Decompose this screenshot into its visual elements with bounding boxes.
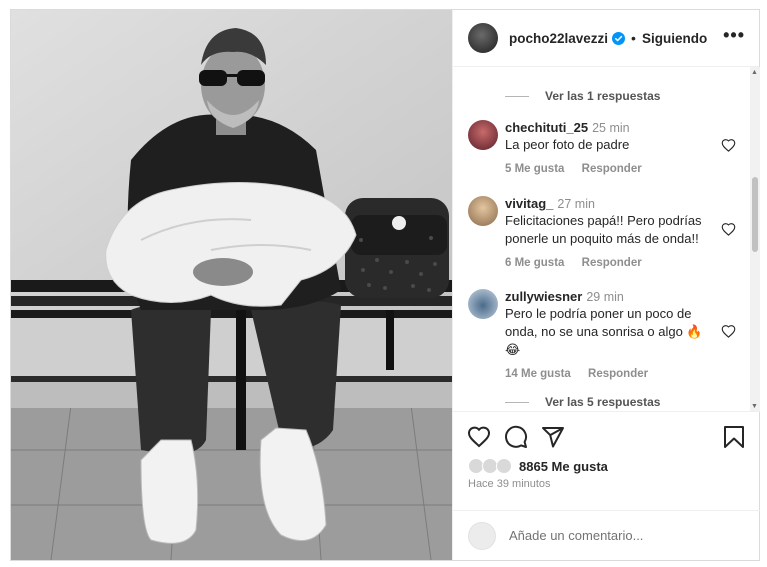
replies-divider xyxy=(505,401,529,403)
share-icon[interactable] xyxy=(541,425,565,449)
bookmark-icon[interactable] xyxy=(723,425,745,449)
post-timestamp: Hace 39 minutos xyxy=(468,478,551,490)
comment-item: vivitag_ 27 min Felicitaciones papá!! Per… xyxy=(468,196,748,269)
view-replies-button[interactable]: Ver las 1 respuestas xyxy=(505,89,660,103)
comment-avatar[interactable] xyxy=(468,196,498,226)
comment-username[interactable]: chechituti_25 xyxy=(505,120,588,135)
reply-button[interactable]: Responder xyxy=(582,163,642,175)
comments-list[interactable]: Ver las 1 respuestas chechituti_25 25 min… xyxy=(453,67,760,412)
photo-illustration xyxy=(11,10,452,560)
reply-button[interactable]: Responder xyxy=(588,368,648,380)
verified-badge-icon xyxy=(612,31,626,45)
comment-username[interactable]: zullywiesner xyxy=(505,289,582,304)
comment-time: 27 min xyxy=(557,197,595,211)
post-header: pocho22lavezzi • Siguiendo ••• xyxy=(453,10,759,67)
view-replies-label: Ver las 1 respuestas xyxy=(545,89,661,103)
view-replies-label: Ver las 5 respuestas xyxy=(545,395,661,409)
add-comment-bar: Añade un comentario... xyxy=(453,510,760,560)
author-username[interactable]: pocho22lavezzi xyxy=(509,31,608,46)
comment-avatar[interactable] xyxy=(468,120,498,150)
view-replies-button[interactable]: Ver las 5 respuestas xyxy=(505,395,660,409)
likes-count[interactable]: 8865 Me gusta xyxy=(519,459,608,474)
author-avatar[interactable] xyxy=(468,23,498,53)
comment-likes[interactable]: 14 Me gusta xyxy=(505,368,571,380)
comment-text: Felicitaciones papá!! Pero podrías poner… xyxy=(505,213,702,246)
comment-likes[interactable]: 5 Me gusta xyxy=(505,163,564,175)
comment-item: zullywiesner 29 min Pero le podría poner … xyxy=(468,289,748,380)
more-options-icon[interactable]: ••• xyxy=(723,25,745,52)
comment-like-heart-icon[interactable] xyxy=(721,222,736,237)
scroll-up-arrow-icon[interactable]: ▲ xyxy=(751,69,758,76)
comment-item: chechituti_25 25 min La peor foto de padr… xyxy=(468,120,748,175)
post-actions xyxy=(467,425,747,453)
comment-like-heart-icon[interactable] xyxy=(721,138,736,153)
comment-input[interactable]: Añade un comentario... xyxy=(509,528,643,543)
comment-like-heart-icon[interactable] xyxy=(721,324,736,339)
current-user-avatar xyxy=(468,521,496,550)
replies-divider xyxy=(505,95,529,97)
comments-scrollbar[interactable]: ▲ ▼ xyxy=(750,67,760,411)
scrollbar-thumb[interactable] xyxy=(752,177,758,252)
comment-likes[interactable]: 6 Me gusta xyxy=(505,257,564,269)
reply-button[interactable]: Responder xyxy=(582,257,642,269)
likes-summary[interactable]: 8865 Me gusta xyxy=(468,458,608,474)
liker-avatars xyxy=(468,458,514,474)
comment-icon[interactable] xyxy=(504,425,528,449)
following-button[interactable]: Siguiendo xyxy=(642,31,707,46)
comment-avatar[interactable] xyxy=(468,289,498,319)
comment-username[interactable]: vivitag_ xyxy=(505,196,553,211)
heart-icon[interactable] xyxy=(467,425,491,449)
comment-time: 25 min xyxy=(592,121,630,135)
post-sidebar: pocho22lavezzi • Siguiendo ••• Ver las 1… xyxy=(452,10,760,560)
comment-text: La peor foto de padre xyxy=(505,137,630,152)
comment-text: Pero le podría poner un poco de onda, no… xyxy=(505,306,703,357)
scroll-down-arrow-icon[interactable]: ▼ xyxy=(751,403,758,410)
post-modal: pocho22lavezzi • Siguiendo ••• Ver las 1… xyxy=(10,9,760,561)
header-separator: • xyxy=(631,30,636,46)
post-photo xyxy=(11,10,452,560)
comment-time: 29 min xyxy=(586,290,624,304)
